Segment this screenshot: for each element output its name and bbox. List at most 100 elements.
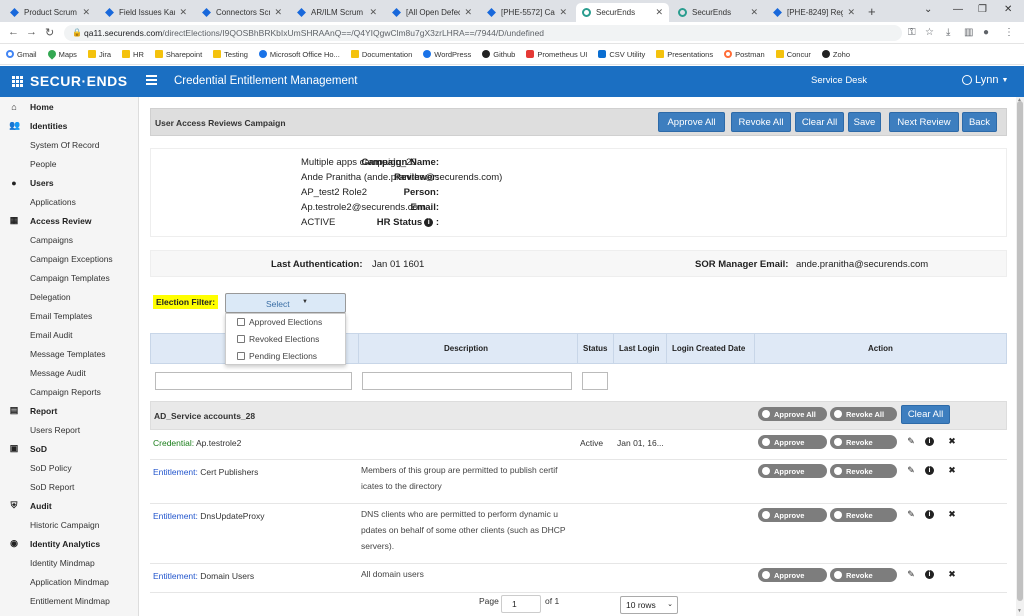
column-header-login-created-date[interactable]: Login Created Date	[672, 344, 745, 353]
clear-all-button[interactable]: Clear All	[795, 112, 844, 132]
revoke-toggle[interactable]: Revoke	[830, 508, 897, 522]
sidebar-item-home[interactable]: ⌂ Home	[0, 97, 138, 116]
scroll-down-icon[interactable]: ▼	[1017, 608, 1022, 614]
close-icon[interactable]: ✖	[947, 569, 957, 580]
service-desk-link[interactable]: Service Desk	[811, 75, 867, 86]
description-filter-input[interactable]	[362, 372, 572, 390]
sidebar-item-sod-policy[interactable]: SoD Policy	[0, 458, 138, 477]
status-filter-input[interactable]	[582, 372, 608, 390]
sidebar-item-access-review[interactable]: ▦ Access Review	[0, 211, 138, 230]
close-icon[interactable]: ✕	[847, 7, 855, 18]
rows-per-page-select[interactable]: 10 rows ⌄	[620, 596, 678, 614]
sidebar-item-message-audit[interactable]: Message Audit	[0, 363, 138, 382]
browser-tab[interactable]: [PHE-5572] Camp...✕	[481, 3, 573, 22]
sidebar-item-audit[interactable]: ⛨ Audit	[0, 496, 138, 515]
sidebar-item-users[interactable]: ● Users	[0, 173, 138, 192]
page-scrollbar[interactable]: ▲ ▼	[1016, 97, 1024, 616]
sidebar-item-identity-analytics[interactable]: ◉ Identity Analytics	[0, 534, 138, 553]
bookmark-item[interactable]: Gmail	[6, 50, 37, 59]
election-filter-select[interactable]: Select ▼	[225, 293, 346, 313]
info-icon[interactable]: i	[925, 570, 934, 579]
approve-toggle[interactable]: Approve	[758, 435, 827, 449]
edit-icon[interactable]: ✎	[906, 465, 916, 476]
checkbox[interactable]	[237, 318, 245, 326]
securends-logo[interactable]: SECUR·ENDS	[12, 73, 128, 89]
browser-tab[interactable]: [PHE-8249] Regr...✕	[767, 3, 861, 22]
sidebar-item-people[interactable]: People	[0, 154, 138, 173]
close-icon[interactable]: ✕	[559, 7, 567, 18]
sidebar-item-application-mindmap[interactable]: Application Mindmap	[0, 572, 138, 591]
bookmark-item[interactable]: Presentations	[656, 50, 713, 59]
approve-all-button[interactable]: Approve All	[658, 112, 725, 132]
edit-icon[interactable]: ✎	[906, 509, 916, 520]
bookmark-item[interactable]: Zoho	[821, 50, 850, 59]
sidebar-item-historic-campaign[interactable]: Historic Campaign	[0, 515, 138, 534]
close-icon[interactable]: ✕	[750, 7, 758, 18]
close-window-icon[interactable]: ✕	[1004, 4, 1012, 15]
tab-search-icon[interactable]: ⌄	[924, 4, 932, 15]
bookmark-item[interactable]: Postman	[724, 50, 765, 59]
dropdown-option-pending[interactable]: Pending Elections	[237, 351, 317, 361]
bookmark-item[interactable]: Microsoft Office Ho...	[258, 50, 340, 59]
sidebar-item-campaign-templates[interactable]: Campaign Templates	[0, 268, 138, 287]
sidebar-item-identity-mindmap[interactable]: Identity Mindmap	[0, 553, 138, 572]
page-number-input[interactable]: 1	[501, 595, 541, 613]
reload-icon[interactable]: ↻	[45, 26, 54, 39]
sidebar-item-campaign-reports[interactable]: Campaign Reports	[0, 382, 138, 401]
approve-toggle[interactable]: Approve	[758, 508, 827, 522]
sidebar-item-entitlement-mindmap[interactable]: Entitlement Mindmap	[0, 591, 138, 610]
user-menu[interactable]: Lynn ▼	[962, 74, 1008, 86]
bookmark-item[interactable]: Jira	[87, 50, 111, 59]
dropdown-option-revoked[interactable]: Revoked Elections	[237, 334, 319, 344]
bookmark-item[interactable]: Sharepoint	[154, 50, 202, 59]
sidebar-item-message-templates[interactable]: Message Templates	[0, 344, 138, 363]
sidebar-item-report[interactable]: ▤ Report	[0, 401, 138, 420]
close-icon[interactable]: ✖	[947, 509, 957, 520]
next-review-button[interactable]: Next Review	[889, 112, 959, 132]
sidebar-item-system-of-record[interactable]: System Of Record	[0, 135, 138, 154]
browser-tab[interactable]: [All Open Defect...✕	[386, 3, 478, 22]
sidebar-item-email-templates[interactable]: Email Templates	[0, 306, 138, 325]
sidebar-item-campaign-exceptions[interactable]: Campaign Exceptions	[0, 249, 138, 268]
revoke-toggle[interactable]: Revoke	[830, 568, 897, 582]
sidebar-item-email-audit[interactable]: Email Audit	[0, 325, 138, 344]
bookmark-item[interactable]: Github	[482, 50, 515, 59]
group-approve-all-toggle[interactable]: Approve All	[758, 407, 827, 421]
sidebar-item-users-report[interactable]: Users Report	[0, 420, 138, 439]
close-icon[interactable]: ✕	[274, 7, 282, 18]
group-clear-all-button[interactable]: Clear All	[901, 405, 950, 424]
browser-tab[interactable]: AR/ILM Scrum B...✕	[291, 3, 383, 22]
revoke-all-button[interactable]: Revoke All	[731, 112, 791, 132]
revoke-toggle[interactable]: Revoke	[830, 464, 897, 478]
bookmark-item[interactable]: HR	[122, 50, 144, 59]
revoke-toggle[interactable]: Revoke	[830, 435, 897, 449]
profile-icon[interactable]: ●	[983, 27, 989, 38]
group-revoke-all-toggle[interactable]: Revoke All	[830, 407, 897, 421]
key-icon[interactable]: ⚿	[908, 27, 916, 38]
sidebar-item-sod[interactable]: ▣ SoD	[0, 439, 138, 458]
checkbox[interactable]	[237, 335, 245, 343]
browser-tab[interactable]: Field Issues Kanb...✕	[99, 3, 193, 22]
sidebar-item-applications[interactable]: Applications	[0, 192, 138, 211]
info-icon[interactable]: i	[925, 466, 934, 475]
sidebar-item-delegation[interactable]: Delegation	[0, 287, 138, 306]
column-header-last-login[interactable]: Last Login	[619, 344, 659, 353]
edit-icon[interactable]: ✎	[906, 569, 916, 580]
menu-dots-icon[interactable]: ⋮	[1004, 27, 1014, 38]
close-icon[interactable]: ✕	[655, 7, 663, 18]
forward-arrow-icon[interactable]: →	[26, 26, 37, 38]
back-button[interactable]: Back	[962, 112, 997, 132]
info-icon[interactable]: i	[424, 217, 434, 227]
dropdown-option-approved[interactable]: Approved Elections	[237, 317, 322, 327]
back-arrow-icon[interactable]: ←	[8, 26, 19, 38]
close-icon[interactable]: ✕	[179, 7, 187, 18]
new-tab-button[interactable]: +	[868, 4, 876, 19]
bookmark-item[interactable]: WordPress	[423, 50, 471, 59]
bookmark-item[interactable]: Maps	[45, 48, 77, 60]
download-icon[interactable]: ⤓	[946, 27, 950, 38]
bookmark-item[interactable]: Prometheus UI	[526, 50, 587, 59]
info-icon[interactable]: i	[925, 510, 934, 519]
close-icon[interactable]: ✕	[464, 7, 472, 18]
close-icon[interactable]: ✕	[82, 7, 90, 18]
name-filter-input[interactable]	[155, 372, 352, 390]
